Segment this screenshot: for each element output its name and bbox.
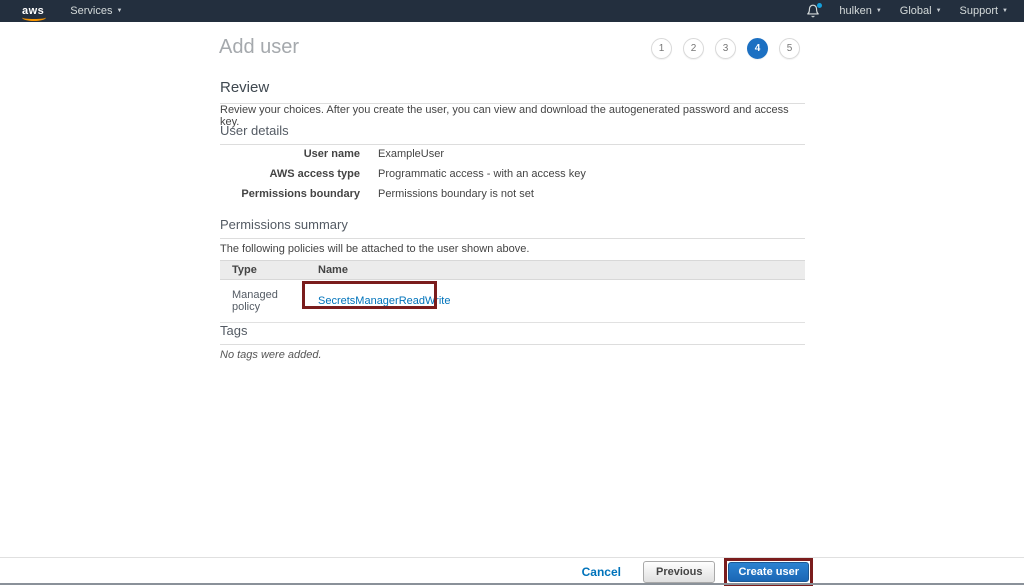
chevron-down-icon: ▼ [1002, 8, 1008, 14]
step-indicator-2: 2 [683, 38, 704, 59]
permissions-summary-description: The following policies will be attached … [220, 243, 805, 255]
policy-name-cell: SecretsManagerReadWrite [306, 280, 805, 323]
step-indicator-4-active: 4 [747, 38, 768, 59]
annotation-box-create-user: Create user [724, 558, 813, 586]
detail-label: AWS access type [220, 168, 360, 180]
step-indicator-1: 1 [651, 38, 672, 59]
support-menu-label: Support [960, 5, 999, 17]
chevron-down-icon: ▼ [936, 8, 942, 14]
region-menu[interactable]: Global ▼ [900, 5, 942, 17]
column-header-type: Type [220, 261, 306, 280]
detail-label: User name [220, 148, 360, 160]
user-details-list: User name ExampleUser AWS access type Pr… [220, 144, 805, 204]
review-heading: Review [220, 79, 805, 104]
table-row: Managed policy SecretsManagerReadWrite [220, 280, 805, 323]
step-indicator-3: 3 [715, 38, 736, 59]
chevron-down-icon: ▼ [876, 8, 882, 14]
tags-empty-text: No tags were added. [220, 349, 805, 361]
notification-dot [817, 3, 822, 8]
page: aws Services ▼ hulken ▼ Global ▼ Su [0, 0, 1024, 586]
previous-button[interactable]: Previous [643, 561, 715, 583]
services-menu-label: Services [70, 5, 112, 17]
detail-value: Programmatic access - with an access key [378, 168, 586, 180]
detail-row-permissions-boundary: Permissions boundary Permissions boundar… [220, 184, 805, 204]
wizard-step-indicator: 1 2 3 4 5 [651, 38, 800, 59]
bottom-divider [0, 583, 1024, 585]
chevron-down-icon: ▼ [116, 8, 122, 14]
user-menu[interactable]: hulken ▼ [839, 5, 881, 17]
tags-heading: Tags [220, 323, 805, 345]
attached-policies-table: Type Name Managed policy SecretsManagerR… [220, 260, 805, 323]
region-menu-label: Global [900, 5, 932, 17]
detail-label: Permissions boundary [220, 188, 360, 200]
detail-row-user-name: User name ExampleUser [220, 144, 805, 164]
page-title: Add user [219, 36, 299, 59]
support-menu[interactable]: Support ▼ [960, 5, 1008, 17]
policy-type-cell: Managed policy [220, 280, 306, 323]
column-header-name: Name [306, 261, 805, 280]
create-user-button[interactable]: Create user [728, 562, 809, 582]
user-details-heading: User details [220, 123, 805, 145]
top-navigation-bar: aws Services ▼ hulken ▼ Global ▼ Su [0, 0, 1024, 22]
user-menu-label: hulken [839, 5, 871, 17]
policy-link[interactable]: SecretsManagerReadWrite [318, 295, 450, 307]
services-menu[interactable]: Services ▼ [70, 5, 122, 17]
permissions-summary-heading: Permissions summary [220, 217, 805, 239]
topbar-right-group: hulken ▼ Global ▼ Support ▼ [806, 4, 1012, 19]
wizard-footer: Cancel Previous Create user [0, 557, 1024, 585]
step-indicator-5: 5 [779, 38, 800, 59]
detail-row-access-type: AWS access type Programmatic access - wi… [220, 164, 805, 184]
table-header-row: Type Name [220, 261, 805, 280]
detail-value: Permissions boundary is not set [378, 188, 534, 200]
notifications-button[interactable] [806, 4, 821, 19]
aws-logo[interactable]: aws [22, 5, 44, 17]
detail-value: ExampleUser [378, 148, 444, 160]
cancel-link[interactable]: Cancel [582, 565, 621, 579]
